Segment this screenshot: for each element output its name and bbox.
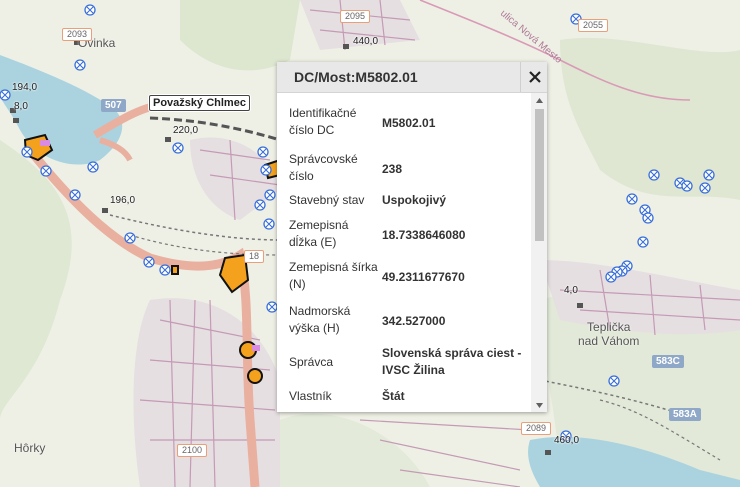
road-shield-18: 18	[244, 250, 265, 263]
attribute-value: 18.7338646080	[382, 228, 466, 242]
attribute-key: Stavebný stav	[289, 193, 365, 207]
close-icon	[528, 71, 541, 83]
attribute-key: Zemepisná šírka (N)	[289, 260, 378, 291]
road-shield-507: 507	[101, 99, 126, 112]
attribute-value: M5802.01	[382, 116, 436, 130]
popup-scrollbar[interactable]	[531, 93, 547, 412]
bridge-marker-icon[interactable]	[703, 169, 715, 181]
bridge-marker-icon[interactable]	[266, 301, 278, 313]
chevron-down-icon	[535, 402, 543, 408]
place-teplicka: Teplička nad Váhom	[578, 320, 640, 348]
bridge-marker-icon[interactable]	[0, 89, 11, 101]
attribute-value: 49.2311677670	[382, 270, 465, 284]
railway-station-label: Považský Chlmec	[149, 95, 250, 111]
km-label: 4,0	[564, 285, 578, 296]
road-shield-2055: 2055	[578, 19, 609, 32]
scroll-up-arrow[interactable]	[531, 93, 547, 107]
road-shield-583c: 583C	[652, 355, 684, 368]
bridge-marker-icon[interactable]	[699, 182, 711, 194]
bridge-marker-icon[interactable]	[648, 169, 660, 181]
bridge-marker-icon[interactable]	[84, 4, 96, 16]
bridge-marker-icon[interactable]	[172, 142, 184, 154]
road-shield-2100: 2100	[177, 444, 208, 457]
attribute-key: Vlastník	[289, 389, 332, 403]
bridge-marker-icon[interactable]	[257, 146, 269, 158]
road-shield-583a: 583A	[669, 408, 701, 421]
chevron-up-icon	[535, 97, 543, 103]
close-button[interactable]	[520, 62, 548, 92]
bridge-marker-icon[interactable]	[264, 189, 276, 201]
bridge-marker-icon[interactable]	[642, 212, 654, 224]
attribute-value: 342.527000	[382, 314, 446, 328]
km-label: 440,0	[353, 36, 379, 47]
km-label: 8,0	[14, 101, 28, 112]
bridge-marker-icon[interactable]	[159, 264, 171, 276]
km-label: 196,0	[110, 195, 136, 206]
popup-attribute-list: Identifikačné číslo DC M5802.01 Správcov…	[277, 93, 531, 412]
bridge-marker-icon[interactable]	[608, 375, 620, 387]
bridge-marker-icon[interactable]	[605, 271, 617, 283]
place-horky: Hôrky	[14, 441, 46, 455]
bridge-marker-icon[interactable]	[74, 59, 86, 71]
bridge-marker-icon[interactable]	[681, 180, 693, 192]
attribute-key: Správca	[289, 355, 334, 369]
attribute-value: 238	[382, 162, 403, 176]
bridge-marker-icon[interactable]	[21, 146, 33, 158]
bridge-marker-icon[interactable]	[254, 199, 266, 211]
bridge-marker-icon[interactable]	[40, 165, 52, 177]
bridge-marker-icon[interactable]	[124, 232, 136, 244]
attribute-value: Štát	[382, 389, 405, 403]
road-shield-2093: 2093	[62, 28, 93, 41]
attribute-key: Správcovské číslo	[289, 152, 358, 183]
popup-title: DC/Most:M5802.01	[294, 69, 418, 85]
bridge-marker-icon[interactable]	[69, 189, 81, 201]
popup-header: DC/Most:M5802.01	[277, 62, 547, 93]
bridge-marker-icon[interactable]	[637, 236, 649, 248]
road-shield-2089: 2089	[521, 422, 552, 435]
attribute-key: Zemepisná dĺžka (E)	[289, 218, 349, 249]
bridge-marker-icon[interactable]	[260, 164, 272, 176]
bridge-marker-icon[interactable]	[626, 193, 638, 205]
bridge-marker-icon[interactable]	[143, 256, 155, 268]
attribute-key: Nadmorská výška (H)	[289, 304, 351, 335]
attribute-value: Slovenská správa ciest - IVSC Žilina	[382, 346, 522, 377]
scroll-down-arrow[interactable]	[531, 398, 547, 412]
bridge-marker-icon[interactable]	[87, 161, 99, 173]
km-label: 194,0	[12, 82, 38, 93]
attribute-value: Uspokojivý	[382, 193, 447, 207]
attribute-key: Identifikačné číslo DC	[289, 106, 357, 137]
bridge-info-popup: DC/Most:M5802.01 Identifikačné číslo DC …	[277, 62, 547, 412]
scrollbar-thumb[interactable]	[535, 109, 544, 241]
km-label: 460,0	[554, 435, 580, 446]
bridge-marker-icon[interactable]	[263, 218, 275, 230]
km-label: 220,0	[173, 125, 199, 136]
road-shield-2095: 2095	[340, 10, 371, 23]
